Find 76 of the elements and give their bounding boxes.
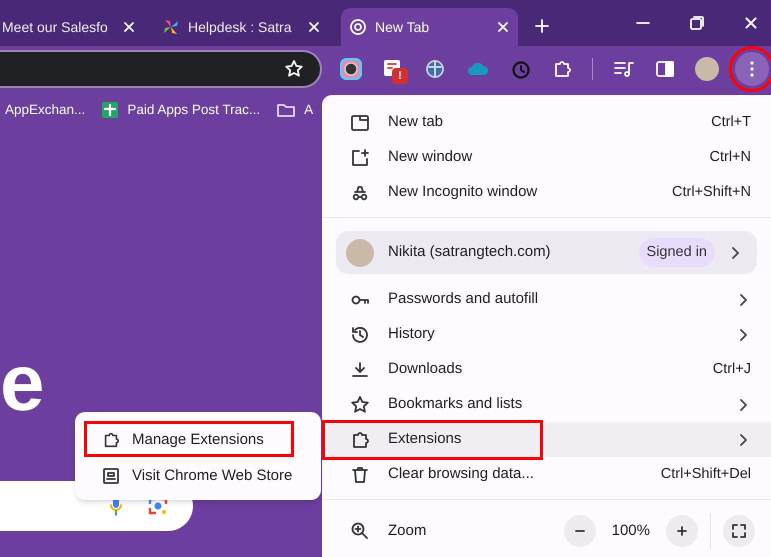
pinwheel-icon [162, 18, 180, 36]
menu-item[interactable]: New window Ctrl+N [322, 140, 771, 175]
menu-item[interactable]: Passwords and autofill [322, 282, 771, 317]
zoom-level: 100% [612, 520, 650, 541]
new-window-icon [350, 148, 370, 168]
shortcut-text: Ctrl+Shift+N [672, 182, 751, 202]
menu-label: Extensions [388, 429, 462, 450]
puzzle-icon[interactable] [552, 59, 572, 79]
bookmark[interactable]: A [304, 100, 314, 120]
shortcut-text: Ctrl+Shift+Del [660, 464, 751, 484]
menu-item[interactable]: New tab Ctrl+T [322, 105, 771, 140]
history-icon [350, 324, 370, 344]
menu-label: New window [388, 147, 472, 168]
menu-item[interactable]: Clear browsing data... Ctrl+Shift+Del [322, 457, 771, 492]
restore-icon[interactable] [689, 15, 705, 31]
browser-tab[interactable]: Meet our Salesfo [0, 8, 144, 46]
status-pill: Signed in [638, 238, 715, 268]
menu-label: History [388, 324, 435, 344]
fullscreen-button[interactable] [723, 515, 755, 547]
menu-label: Bookmarks and lists [388, 394, 522, 414]
bookmark[interactable]: Paid Apps Post Trac... [127, 100, 260, 120]
puzzle-icon [102, 431, 120, 449]
camera-lens-icon[interactable] [340, 58, 362, 80]
side-panel-icon[interactable] [655, 59, 675, 79]
download-icon [350, 360, 370, 380]
menu-button[interactable] [735, 52, 769, 86]
bookmark[interactable]: AppExchan... [5, 100, 86, 120]
menu-item[interactable]: Visit Chrome Web Store [75, 458, 321, 494]
menu-item[interactable]: History [322, 317, 771, 352]
close-icon[interactable] [496, 20, 510, 34]
close-icon[interactable] [743, 15, 759, 31]
close-icon[interactable] [122, 20, 136, 34]
trash-icon [350, 464, 370, 484]
folder-icon [276, 102, 296, 118]
menu-item[interactable]: Manage Extensions [75, 422, 321, 458]
menu-item[interactable]: Downloads Ctrl+J [322, 352, 771, 387]
browser-tab[interactable]: Helpdesk : Satra [154, 8, 329, 46]
star-icon [350, 394, 370, 414]
menu-item[interactable]: Extensions [322, 422, 771, 457]
tab-title: Helpdesk : Satra [188, 18, 292, 37]
spreadsheet-icon [101, 101, 120, 119]
address-bar[interactable] [0, 50, 322, 88]
zoom-icon [350, 521, 370, 541]
more-vertical-icon [750, 61, 754, 77]
notification-badge: ! [392, 68, 408, 84]
star-icon[interactable] [284, 59, 304, 79]
tab-icon [350, 112, 370, 132]
menu-label: Downloads [388, 359, 462, 380]
menu-item[interactable]: New Incognito window Ctrl+Shift+N [322, 175, 771, 210]
puzzle-icon [350, 430, 370, 450]
tab-title: Meet our Salesfo [2, 18, 109, 36]
menu-label: New tab [388, 112, 444, 132]
shortcut-text: Ctrl+J [712, 360, 751, 379]
shortcut-text: Ctrl+N [710, 148, 751, 167]
menu-label: New Incognito window [388, 182, 538, 202]
tab-title: New Tab [375, 18, 430, 36]
shortcut-text: Ctrl+T [711, 112, 751, 132]
avatar [346, 238, 374, 266]
menu-item[interactable]: Bookmarks and lists [322, 387, 771, 422]
close-icon[interactable] [307, 20, 321, 34]
plus-icon [676, 525, 688, 537]
fullscreen-icon [732, 524, 746, 538]
playlist-icon[interactable] [613, 59, 635, 79]
menu-label: Zoom [388, 520, 426, 541]
menu-label: Visit Chrome Web Store [132, 466, 292, 486]
browser-tab[interactable]: New Tab [341, 8, 518, 46]
menu-label: Clear browsing data... [388, 464, 534, 484]
menu-label: Manage Extensions [132, 430, 264, 450]
zoom-in-button[interactable] [666, 515, 698, 547]
menu-label: Passwords and autofill [388, 289, 538, 310]
profile-name: Nikita (satrangtech.com) [388, 242, 551, 262]
logo-text: e [0, 343, 44, 423]
plus-icon[interactable] [534, 18, 550, 34]
avatar[interactable] [695, 57, 719, 81]
profile-row[interactable]: Nikita (satrangtech.com) Signed in [336, 231, 757, 274]
store-icon [102, 467, 120, 485]
